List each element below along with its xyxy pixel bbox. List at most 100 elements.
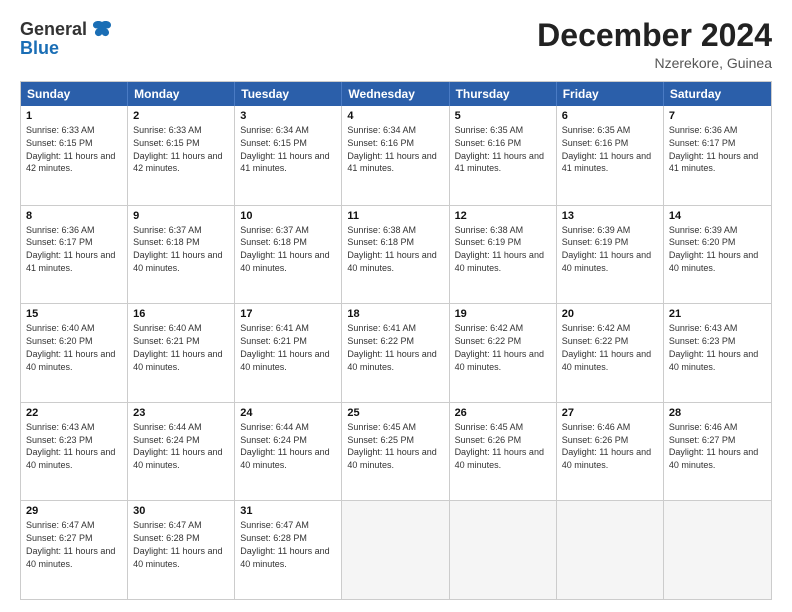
cell-sun-info: Sunrise: 6:43 AM Sunset: 6:23 PM Dayligh…: [669, 323, 758, 371]
cell-sun-info: Sunrise: 6:37 AM Sunset: 6:18 PM Dayligh…: [240, 225, 329, 273]
calendar-cell: 7Sunrise: 6:36 AM Sunset: 6:17 PM Daylig…: [664, 106, 771, 205]
calendar-cell: 9Sunrise: 6:37 AM Sunset: 6:18 PM Daylig…: [128, 206, 235, 304]
cell-sun-info: Sunrise: 6:40 AM Sunset: 6:20 PM Dayligh…: [26, 323, 115, 371]
weekday-header-sunday: Sunday: [21, 82, 128, 106]
cell-sun-info: Sunrise: 6:46 AM Sunset: 6:27 PM Dayligh…: [669, 422, 758, 470]
cell-sun-info: Sunrise: 6:40 AM Sunset: 6:21 PM Dayligh…: [133, 323, 222, 371]
calendar-cell: 24Sunrise: 6:44 AM Sunset: 6:24 PM Dayli…: [235, 403, 342, 501]
cell-sun-info: Sunrise: 6:47 AM Sunset: 6:28 PM Dayligh…: [133, 520, 222, 568]
cell-sun-info: Sunrise: 6:47 AM Sunset: 6:27 PM Dayligh…: [26, 520, 115, 568]
cell-sun-info: Sunrise: 6:34 AM Sunset: 6:16 PM Dayligh…: [347, 125, 436, 173]
cell-sun-info: Sunrise: 6:34 AM Sunset: 6:15 PM Dayligh…: [240, 125, 329, 173]
calendar-row-2: 8Sunrise: 6:36 AM Sunset: 6:17 PM Daylig…: [21, 205, 771, 304]
calendar-cell: 12Sunrise: 6:38 AM Sunset: 6:19 PM Dayli…: [450, 206, 557, 304]
day-number: 17: [240, 307, 336, 322]
cell-sun-info: Sunrise: 6:33 AM Sunset: 6:15 PM Dayligh…: [26, 125, 115, 173]
month-title: December 2024: [537, 18, 772, 53]
weekday-header-tuesday: Tuesday: [235, 82, 342, 106]
cell-sun-info: Sunrise: 6:35 AM Sunset: 6:16 PM Dayligh…: [455, 125, 544, 173]
cell-sun-info: Sunrise: 6:46 AM Sunset: 6:26 PM Dayligh…: [562, 422, 651, 470]
day-number: 26: [455, 406, 551, 421]
cell-sun-info: Sunrise: 6:38 AM Sunset: 6:19 PM Dayligh…: [455, 225, 544, 273]
day-number: 27: [562, 406, 658, 421]
calendar-cell: 4Sunrise: 6:34 AM Sunset: 6:16 PM Daylig…: [342, 106, 449, 205]
calendar-cell: [342, 501, 449, 599]
weekday-header-saturday: Saturday: [664, 82, 771, 106]
calendar-cell: 25Sunrise: 6:45 AM Sunset: 6:25 PM Dayli…: [342, 403, 449, 501]
calendar-cell: 5Sunrise: 6:35 AM Sunset: 6:16 PM Daylig…: [450, 106, 557, 205]
cell-sun-info: Sunrise: 6:39 AM Sunset: 6:20 PM Dayligh…: [669, 225, 758, 273]
calendar-cell: 10Sunrise: 6:37 AM Sunset: 6:18 PM Dayli…: [235, 206, 342, 304]
logo: General Blue: [20, 18, 113, 59]
calendar-cell: 6Sunrise: 6:35 AM Sunset: 6:16 PM Daylig…: [557, 106, 664, 205]
calendar-cell: [557, 501, 664, 599]
calendar-cell: 13Sunrise: 6:39 AM Sunset: 6:19 PM Dayli…: [557, 206, 664, 304]
calendar-cell: 28Sunrise: 6:46 AM Sunset: 6:27 PM Dayli…: [664, 403, 771, 501]
cell-sun-info: Sunrise: 6:36 AM Sunset: 6:17 PM Dayligh…: [26, 225, 115, 273]
day-number: 15: [26, 307, 122, 322]
logo-blue-text: Blue: [20, 38, 59, 59]
calendar: SundayMondayTuesdayWednesdayThursdayFrid…: [20, 81, 772, 600]
day-number: 1: [26, 109, 122, 124]
cell-sun-info: Sunrise: 6:39 AM Sunset: 6:19 PM Dayligh…: [562, 225, 651, 273]
calendar-cell: [664, 501, 771, 599]
calendar-cell: 22Sunrise: 6:43 AM Sunset: 6:23 PM Dayli…: [21, 403, 128, 501]
day-number: 18: [347, 307, 443, 322]
calendar-cell: 27Sunrise: 6:46 AM Sunset: 6:26 PM Dayli…: [557, 403, 664, 501]
cell-sun-info: Sunrise: 6:42 AM Sunset: 6:22 PM Dayligh…: [562, 323, 651, 371]
cell-sun-info: Sunrise: 6:42 AM Sunset: 6:22 PM Dayligh…: [455, 323, 544, 371]
day-number: 5: [455, 109, 551, 124]
calendar-row-3: 15Sunrise: 6:40 AM Sunset: 6:20 PM Dayli…: [21, 303, 771, 402]
calendar-page: General Blue December 2024 Nzerekore, Gu…: [0, 0, 792, 612]
day-number: 4: [347, 109, 443, 124]
day-number: 22: [26, 406, 122, 421]
calendar-cell: 29Sunrise: 6:47 AM Sunset: 6:27 PM Dayli…: [21, 501, 128, 599]
calendar-cell: [450, 501, 557, 599]
day-number: 24: [240, 406, 336, 421]
day-number: 9: [133, 209, 229, 224]
cell-sun-info: Sunrise: 6:43 AM Sunset: 6:23 PM Dayligh…: [26, 422, 115, 470]
calendar-cell: 20Sunrise: 6:42 AM Sunset: 6:22 PM Dayli…: [557, 304, 664, 402]
day-number: 7: [669, 109, 766, 124]
day-number: 21: [669, 307, 766, 322]
calendar-cell: 19Sunrise: 6:42 AM Sunset: 6:22 PM Dayli…: [450, 304, 557, 402]
calendar-cell: 2Sunrise: 6:33 AM Sunset: 6:15 PM Daylig…: [128, 106, 235, 205]
calendar-cell: 18Sunrise: 6:41 AM Sunset: 6:22 PM Dayli…: [342, 304, 449, 402]
calendar-cell: 1Sunrise: 6:33 AM Sunset: 6:15 PM Daylig…: [21, 106, 128, 205]
day-number: 20: [562, 307, 658, 322]
day-number: 3: [240, 109, 336, 124]
calendar-cell: 17Sunrise: 6:41 AM Sunset: 6:21 PM Dayli…: [235, 304, 342, 402]
day-number: 23: [133, 406, 229, 421]
calendar-cell: 23Sunrise: 6:44 AM Sunset: 6:24 PM Dayli…: [128, 403, 235, 501]
day-number: 6: [562, 109, 658, 124]
day-number: 29: [26, 504, 122, 519]
day-number: 8: [26, 209, 122, 224]
day-number: 16: [133, 307, 229, 322]
cell-sun-info: Sunrise: 6:35 AM Sunset: 6:16 PM Dayligh…: [562, 125, 651, 173]
calendar-row-4: 22Sunrise: 6:43 AM Sunset: 6:23 PM Dayli…: [21, 402, 771, 501]
day-number: 14: [669, 209, 766, 224]
calendar-cell: 21Sunrise: 6:43 AM Sunset: 6:23 PM Dayli…: [664, 304, 771, 402]
day-number: 25: [347, 406, 443, 421]
cell-sun-info: Sunrise: 6:41 AM Sunset: 6:21 PM Dayligh…: [240, 323, 329, 371]
calendar-row-5: 29Sunrise: 6:47 AM Sunset: 6:27 PM Dayli…: [21, 500, 771, 599]
day-number: 13: [562, 209, 658, 224]
cell-sun-info: Sunrise: 6:45 AM Sunset: 6:26 PM Dayligh…: [455, 422, 544, 470]
day-number: 30: [133, 504, 229, 519]
weekday-header-monday: Monday: [128, 82, 235, 106]
calendar-cell: 14Sunrise: 6:39 AM Sunset: 6:20 PM Dayli…: [664, 206, 771, 304]
cell-sun-info: Sunrise: 6:36 AM Sunset: 6:17 PM Dayligh…: [669, 125, 758, 173]
day-number: 10: [240, 209, 336, 224]
day-number: 31: [240, 504, 336, 519]
calendar-cell: 11Sunrise: 6:38 AM Sunset: 6:18 PM Dayli…: [342, 206, 449, 304]
page-header: General Blue December 2024 Nzerekore, Gu…: [20, 18, 772, 71]
cell-sun-info: Sunrise: 6:38 AM Sunset: 6:18 PM Dayligh…: [347, 225, 436, 273]
day-number: 11: [347, 209, 443, 224]
cell-sun-info: Sunrise: 6:41 AM Sunset: 6:22 PM Dayligh…: [347, 323, 436, 371]
day-number: 12: [455, 209, 551, 224]
calendar-cell: 16Sunrise: 6:40 AM Sunset: 6:21 PM Dayli…: [128, 304, 235, 402]
logo-general-text: General: [20, 19, 87, 40]
cell-sun-info: Sunrise: 6:44 AM Sunset: 6:24 PM Dayligh…: [133, 422, 222, 470]
cell-sun-info: Sunrise: 6:44 AM Sunset: 6:24 PM Dayligh…: [240, 422, 329, 470]
day-number: 28: [669, 406, 766, 421]
